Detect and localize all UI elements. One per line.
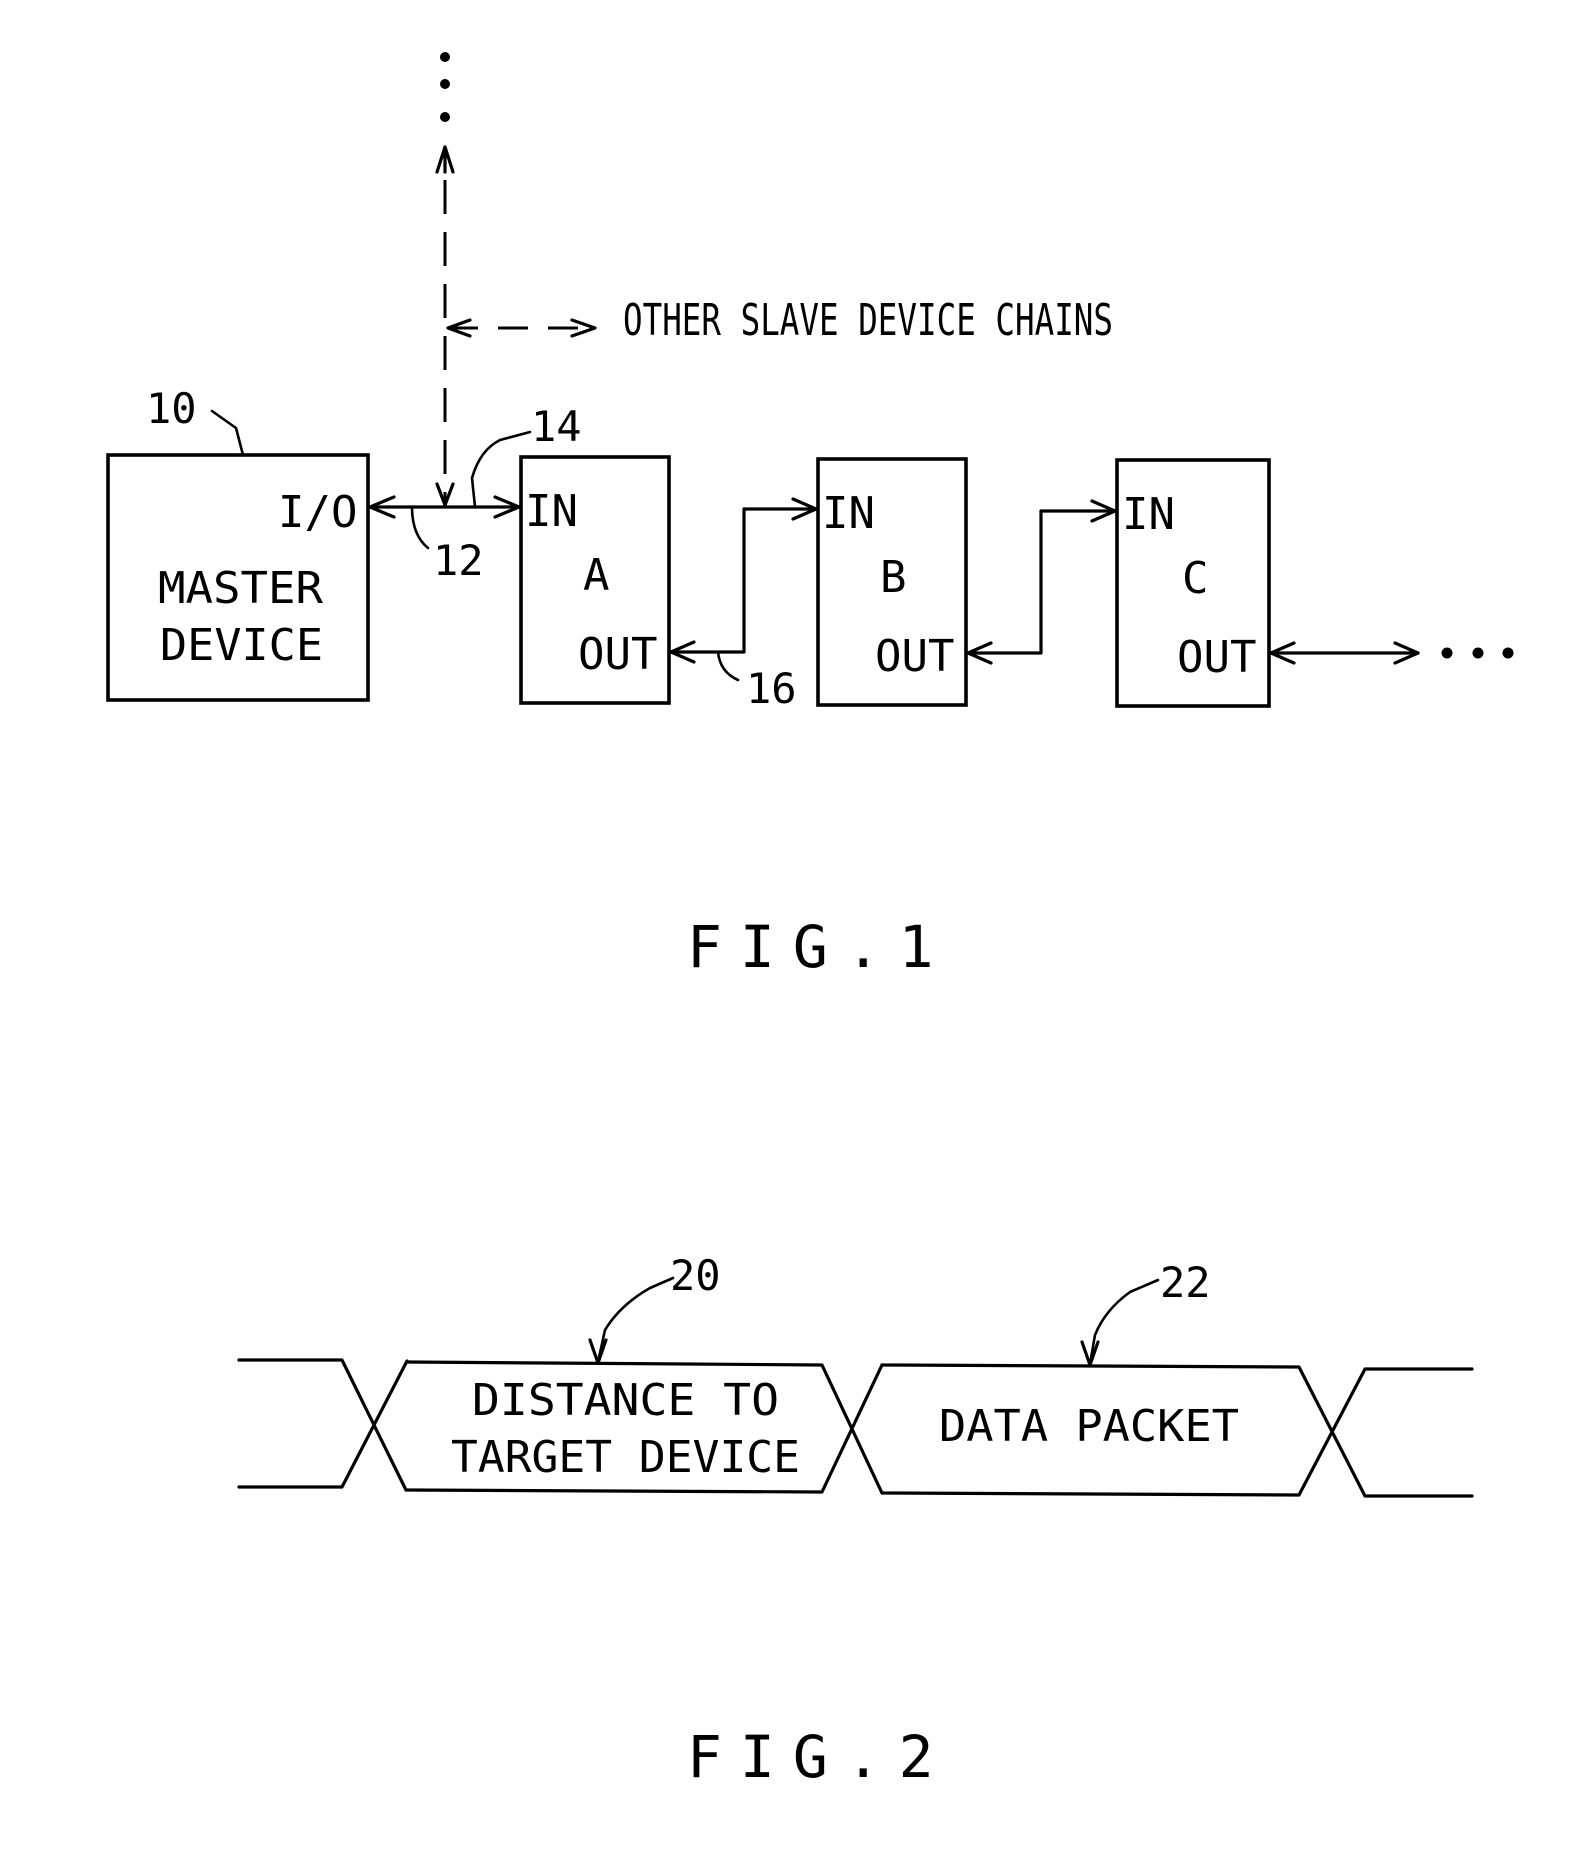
ref-20: 20 <box>670 1251 721 1300</box>
link-line <box>966 509 1117 655</box>
ref-22: 22 <box>1160 1258 1211 1307</box>
master-label-line2: DEVICE <box>160 620 323 671</box>
continuation-dot <box>1441 647 1453 659</box>
arrow-down-icon <box>588 1338 608 1365</box>
master-io-port-label: I/O <box>278 487 357 538</box>
slave-device-b: IN B OUT <box>816 457 968 707</box>
slave-c-out-label: OUT <box>1177 632 1256 683</box>
other-chains-label: OTHER SLAVE DEVICE CHAINS <box>623 295 1113 346</box>
other-chains-horizontal-link <box>446 318 597 338</box>
leader-line-20 <box>596 1276 675 1364</box>
field-data-packet-label: DATA PACKET <box>939 1401 1239 1452</box>
ref-10: 10 <box>146 384 197 433</box>
slave-device-a: IN A OUT <box>519 455 671 705</box>
slave-a-name: A <box>583 550 610 601</box>
signal-edge <box>237 1358 408 1492</box>
ref-16: 16 <box>746 664 797 713</box>
arrow-down-icon <box>1080 1340 1100 1367</box>
signal-edge <box>237 1359 409 1489</box>
continuation-dot <box>1472 647 1484 659</box>
ref-14: 14 <box>531 402 582 451</box>
figure-1-caption: FIG.1 <box>687 913 952 981</box>
continuation-dot <box>1502 647 1514 659</box>
field-distance-label-line1: DISTANCE TO <box>472 1375 779 1426</box>
master-device: I/O MASTER DEVICE <box>106 453 370 702</box>
leader-line-12 <box>410 505 430 550</box>
figure-1: OTHER SLAVE DEVICE CHAINS I/O MASTER DEV… <box>106 52 1514 981</box>
slave-b-in-label: IN <box>822 488 875 539</box>
leader-line-16 <box>716 650 740 682</box>
other-chains-vertical-link <box>435 52 455 507</box>
figure-2-caption: FIG.2 <box>687 1723 952 1791</box>
continuation-dot <box>440 52 450 62</box>
arrow-up-icon <box>435 145 455 174</box>
ref-12: 12 <box>433 536 484 585</box>
field-distance-label-line2: TARGET DEVICE <box>451 1432 800 1483</box>
slave-device-c: IN C OUT <box>1115 458 1271 708</box>
continuation-dot <box>440 112 450 122</box>
link-16 <box>669 497 818 682</box>
link-line <box>669 507 818 654</box>
slave-a-in-label: IN <box>525 486 578 537</box>
master-label-line1: MASTER <box>158 563 324 614</box>
continuation-dot <box>440 79 450 89</box>
slave-b-out-label: OUT <box>875 631 954 682</box>
figure-2: DISTANCE TO TARGET DEVICE DATA PACKET 20… <box>237 1251 1474 1791</box>
slave-c-name: C <box>1182 553 1209 604</box>
link-b-c <box>966 499 1117 665</box>
leader-line-10 <box>210 409 245 457</box>
link-continuation <box>1269 641 1514 665</box>
slave-a-out-label: OUT <box>578 629 657 680</box>
slave-b-name: B <box>880 552 907 603</box>
leader-line-22 <box>1088 1278 1160 1366</box>
patent-drawing: OTHER SLAVE DEVICE CHAINS I/O MASTER DEV… <box>106 52 1514 1791</box>
slave-c-in-label: IN <box>1122 489 1175 540</box>
